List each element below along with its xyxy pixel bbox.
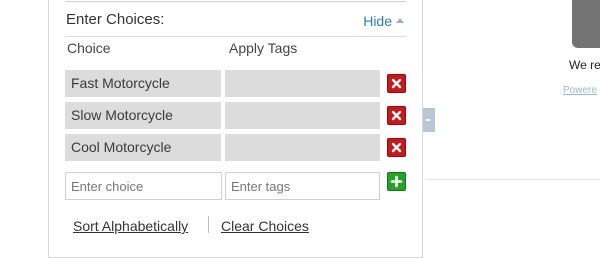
choice-cell[interactable]: Cool Motorcycle	[65, 134, 221, 161]
header-divider	[65, 36, 406, 37]
clear-choices-link[interactable]: Clear Choices	[221, 218, 309, 234]
plus-icon	[390, 175, 403, 188]
choice-cell[interactable]: Slow Motorcycle	[65, 102, 221, 129]
enter-choices-panel: Enter Choices: Hide Choice Apply Tags Fa…	[48, 0, 423, 258]
close-icon	[391, 142, 402, 153]
new-choice-input[interactable]	[65, 172, 222, 200]
panel-title: Enter Choices:	[66, 11, 165, 28]
delete-choice-button[interactable]	[387, 138, 406, 157]
close-icon	[391, 78, 402, 89]
close-icon	[391, 110, 402, 121]
new-tags-input[interactable]	[225, 172, 380, 200]
column-header-tags: Apply Tags	[229, 40, 298, 56]
tags-cell[interactable]	[225, 70, 380, 97]
background-powered-link[interactable]: Powere	[563, 85, 597, 96]
hide-label: Hide	[363, 13, 392, 29]
background-divider	[425, 179, 600, 180]
footer-divider	[208, 216, 209, 233]
delete-choice-button[interactable]	[387, 74, 406, 93]
panel-resize-tab[interactable]	[423, 108, 435, 132]
choice-cell[interactable]: Fast Motorcycle	[65, 70, 221, 97]
add-choice-button[interactable]	[387, 172, 406, 191]
hide-toggle[interactable]: Hide	[363, 13, 404, 29]
sort-alphabetically-link[interactable]: Sort Alphabetically	[73, 218, 188, 234]
tags-cell[interactable]	[225, 134, 380, 161]
tags-cell[interactable]	[225, 102, 380, 129]
panel-top-divider	[65, 1, 406, 2]
background-partial-text: We re	[569, 58, 600, 72]
background-card	[572, 0, 600, 48]
delete-choice-button[interactable]	[387, 106, 406, 125]
column-header-choice: Choice	[67, 40, 111, 56]
caret-up-icon	[396, 18, 404, 23]
